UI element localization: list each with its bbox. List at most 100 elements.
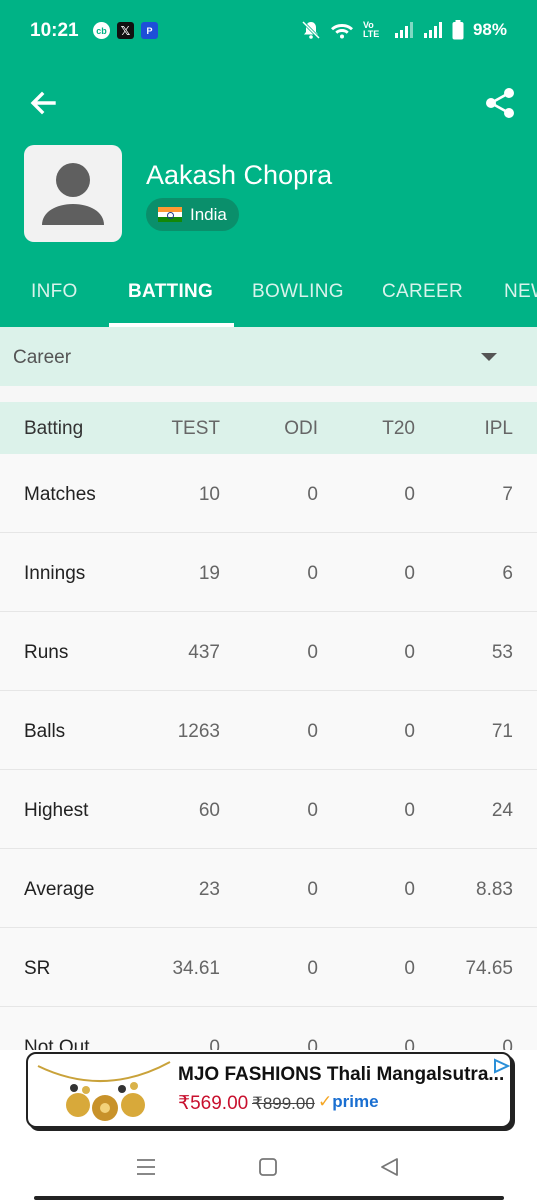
stat-t20: 0	[404, 879, 415, 900]
table-row: Innings 19 0 0 6	[0, 533, 537, 612]
tab-bowling[interactable]: BOWLING	[252, 281, 344, 303]
prime-badge: ✓prime	[318, 1092, 379, 1112]
app-notification-icon: P	[141, 22, 158, 39]
stat-label: Matches	[24, 484, 96, 505]
table-row: Not Out 0 0 0 0	[0, 1007, 537, 1050]
stat-odi: 0	[307, 1037, 318, 1050]
cricbuzz-notification-icon: cb	[93, 22, 110, 39]
notification-icons: cb 𝕏 P	[93, 22, 158, 39]
stat-t20: 0	[404, 1037, 415, 1050]
ad-title: MJO FASHIONS Thali Mangalsutra...	[178, 1064, 503, 1085]
country-label: India	[190, 204, 227, 224]
stat-test: 0	[209, 1037, 220, 1050]
stat-odi: 0	[307, 721, 318, 742]
home-icon[interactable]	[255, 1154, 281, 1180]
stat-label: Highest	[24, 800, 89, 821]
india-flag-icon	[158, 206, 182, 223]
stat-ipl: 0	[502, 1037, 513, 1050]
stat-label: Average	[24, 879, 95, 900]
stat-odi: 0	[307, 800, 318, 821]
stat-odi: 0	[307, 563, 318, 584]
stat-test: 34.61	[172, 958, 220, 979]
prime-check-icon: ✓	[318, 1092, 333, 1111]
header-ipl: IPL	[484, 418, 513, 439]
stat-ipl: 6	[502, 563, 513, 584]
header-t20: T20	[382, 418, 415, 439]
stat-odi: 0	[307, 484, 318, 505]
filter-label: Career	[13, 347, 72, 368]
header-batting: Batting	[24, 418, 84, 439]
stat-test: 10	[198, 484, 220, 505]
person-placeholder-icon	[42, 163, 104, 225]
header-test: TEST	[171, 418, 220, 439]
country-chip[interactable]: India	[146, 198, 239, 231]
tab-career[interactable]: CAREER	[382, 281, 463, 303]
stat-odi: 0	[307, 879, 318, 900]
stat-t20: 0	[404, 721, 415, 742]
stat-label: Innings	[24, 563, 86, 584]
stat-label: Not Out	[24, 1037, 90, 1050]
ad-old-price: ₹899.00	[252, 1094, 315, 1113]
batting-table-header: Batting TEST ODI T20 IPL	[0, 402, 537, 454]
tab-info[interactable]: INFO	[31, 281, 78, 303]
stat-test: 23	[198, 879, 220, 900]
status-bar: 10:21 cb 𝕏 P Vo LTE 98%	[0, 0, 537, 64]
header-odi: ODI	[284, 418, 318, 439]
system-icons: Vo LTE 98%	[301, 20, 507, 40]
adchoices-icon[interactable]	[492, 1058, 510, 1074]
prime-label: prime	[332, 1092, 379, 1111]
back-arrow-icon[interactable]	[26, 86, 60, 120]
battery-level: 98%	[472, 20, 507, 39]
stat-label: Balls	[24, 721, 66, 742]
stat-test: 19	[198, 563, 220, 584]
player-name: Aakash Chopra	[146, 160, 333, 190]
signal-icon-2	[423, 22, 442, 38]
ad-price: ₹569.00	[178, 1093, 249, 1114]
wifi-icon	[330, 24, 353, 39]
mangalsutra-product-image	[37, 1061, 171, 1121]
table-row: Average 23 0 0 8.83	[0, 849, 537, 928]
stat-test: 60	[198, 800, 220, 821]
stat-t20: 0	[404, 484, 415, 505]
table-row: Highest 60 0 0 24	[0, 770, 537, 849]
dropdown-arrow-icon	[481, 353, 497, 361]
signal-icon	[394, 22, 413, 38]
stat-t20: 0	[404, 958, 415, 979]
tab-news[interactable]: NEWS	[504, 281, 537, 303]
stat-ipl: 8.83	[476, 879, 513, 900]
stat-ipl: 71	[491, 721, 513, 742]
stat-test: 1263	[177, 721, 220, 742]
table-row: Matches 10 0 0 7	[0, 454, 537, 533]
profile-tabs: INFO BATTING BOWLING CAREER NEWS	[0, 262, 537, 327]
stat-t20: 0	[404, 642, 415, 663]
section-gap	[0, 386, 537, 402]
recents-menu-icon[interactable]	[133, 1154, 159, 1180]
stat-ipl: 53	[491, 642, 513, 663]
back-triangle-icon[interactable]	[377, 1154, 403, 1180]
stat-odi: 0	[307, 642, 318, 663]
stat-ipl: 7	[502, 484, 513, 505]
stat-label: SR	[24, 958, 51, 979]
batting-stats-table[interactable]: Matches 10 0 0 7 Innings 19 0 0 6 Runs 4…	[0, 454, 537, 1050]
gesture-bar	[34, 1196, 504, 1200]
battery-icon	[452, 20, 464, 40]
stat-test: 437	[188, 642, 220, 663]
stat-label: Runs	[24, 642, 69, 663]
status-time: 10:21	[30, 20, 79, 41]
career-filter-dropdown[interactable]: Career	[0, 327, 537, 386]
stat-t20: 0	[404, 800, 415, 821]
table-row: Balls 1263 0 0 71	[0, 691, 537, 770]
tab-batting[interactable]: BATTING	[128, 281, 213, 303]
table-row: SR 34.61 0 0 74.65	[0, 928, 537, 1007]
ad-banner[interactable]: MJO FASHIONS Thali Mangalsutra... ₹569.0…	[26, 1052, 512, 1128]
x-notification-icon: 𝕏	[117, 22, 134, 39]
volte-label: Vo LTE	[362, 20, 380, 39]
table-row: Runs 437 0 0 53	[0, 612, 537, 691]
stat-ipl: 74.65	[465, 958, 513, 979]
stat-odi: 0	[307, 958, 318, 979]
player-avatar	[24, 145, 122, 242]
app-header: 10:21 cb 𝕏 P Vo LTE 98% Aakash Chopra In…	[0, 0, 537, 327]
mute-icon	[301, 20, 321, 40]
share-icon[interactable]	[483, 86, 517, 120]
stat-ipl: 24	[491, 800, 513, 821]
